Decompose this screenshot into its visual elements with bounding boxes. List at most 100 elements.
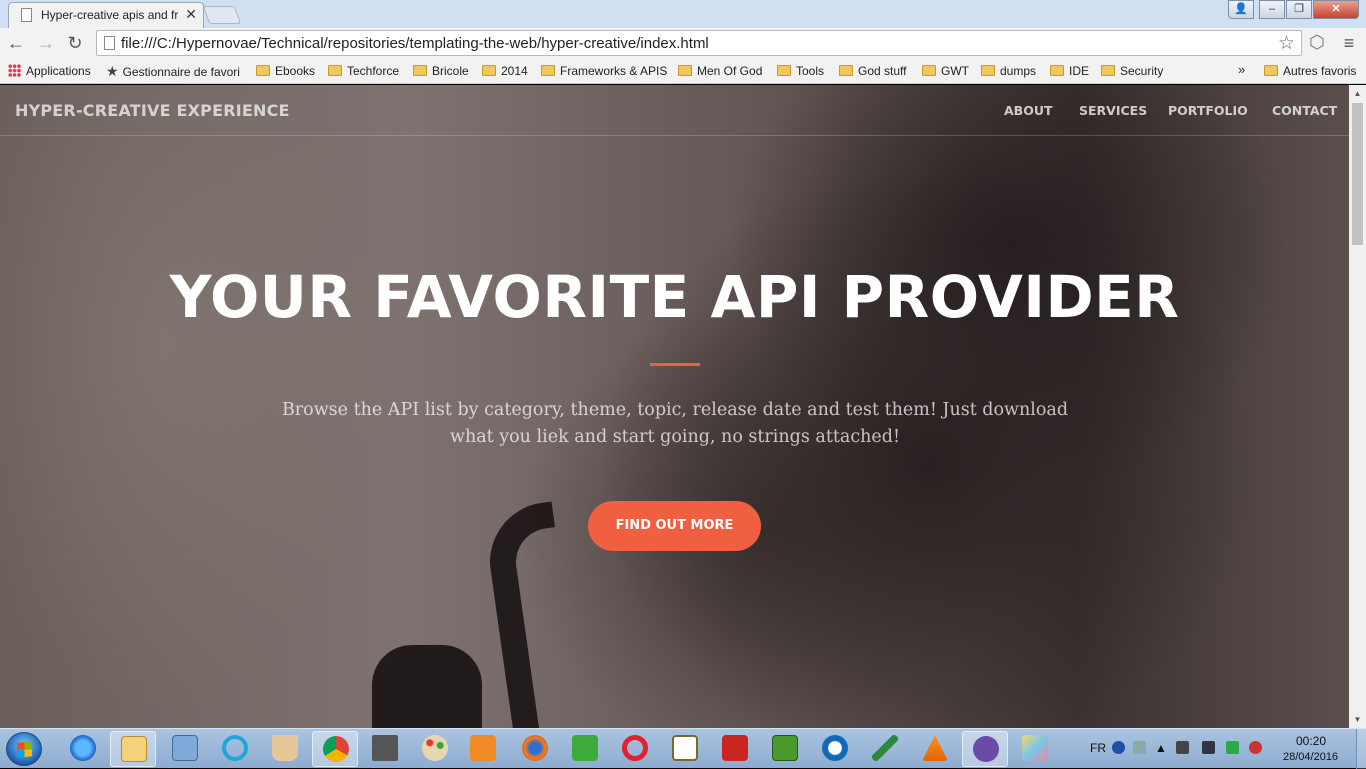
nav-about[interactable]: ABOUT [1004,103,1053,118]
bookmark-folder[interactable]: GWT [922,62,969,80]
bookmark-label: dumps [1000,64,1037,78]
bookmark-label: 2014 [501,64,528,78]
map-app-icon[interactable] [1012,731,1058,767]
bookmark-label: Men Of God [697,64,763,78]
bookmark-folder[interactable]: God stuff [839,62,906,80]
bookmark-folder[interactable]: Men Of God [678,62,762,80]
url-text[interactable]: file:///C:/Hypernovae/Technical/reposito… [121,35,709,52]
show-desktop-button[interactable] [1356,729,1366,769]
clock-time[interactable]: 00:20 [1296,734,1326,748]
bookmark-folder[interactable]: Ebooks [256,62,315,80]
remote-desktop-icon[interactable] [162,731,208,767]
nav-services[interactable]: SERVICES [1079,103,1147,118]
windows-taskbar: FR ▲ 00:20 28/04/2016 [0,728,1366,769]
usb-icon[interactable] [1176,741,1189,754]
hero-background-image [372,645,482,728]
folder-icon [981,65,995,76]
windows-logo-icon [17,741,32,758]
back-icon[interactable]: ← [5,32,27,54]
forward-icon[interactable]: → [35,32,57,54]
bookmark-label: Ebooks [275,64,316,78]
folder-icon [678,65,692,76]
clock-date[interactable]: 28/04/2016 [1283,751,1338,763]
bookmark-star-icon[interactable]: ☆ [1278,32,1295,55]
tab-close-icon[interactable]: ✕ [185,6,197,23]
hero-subtitle: Browse the API list by category, theme, … [281,400,1069,447]
other-bookmarks[interactable]: Autres favoris [1264,62,1356,80]
firefox-icon[interactable] [512,731,558,767]
paint-app-icon[interactable] [412,731,458,767]
folder-icon [777,65,791,76]
chrome-icon[interactable] [312,731,358,767]
reload-icon[interactable]: ↻ [64,32,86,54]
close-window-button[interactable]: ✕ [1313,0,1359,19]
user-profile-button[interactable]: 👤 [1228,0,1254,19]
extension-icon[interactable]: ⬡ [1306,32,1328,54]
hero-section: HYPER-CREATIVE EXPERIENCE ABOUT SERVICES… [0,85,1349,728]
scroll-down-icon[interactable]: ▼ [1349,711,1366,728]
bookmark-folder[interactable]: Bricole [413,62,469,80]
folder-icon [482,65,496,76]
folder-icon [922,65,936,76]
bookmark-folder[interactable]: IDE [1050,62,1089,80]
maximize-button[interactable]: ❐ [1286,0,1312,19]
folder-icon [1264,65,1278,76]
language-indicator[interactable]: FR [1090,741,1106,755]
menu-icon[interactable]: ≡ [1338,32,1360,54]
paper-plane-app-icon[interactable] [862,731,908,767]
browser-tab[interactable]: Hyper-creative apis and fr ✕ [8,2,204,28]
bookmark-manager[interactable]: ★ Gestionnaire de favori [106,62,244,80]
find-out-more-button[interactable]: FIND OUT MORE [588,501,761,551]
new-tab-button[interactable] [202,6,242,24]
scroll-thumb[interactable] [1352,103,1363,245]
bookmark-folder[interactable]: Tools [777,62,824,80]
wordpad-app-icon[interactable] [662,731,708,767]
start-button[interactable] [6,732,42,766]
bookmark-label: Security [1120,64,1164,78]
nav-contact[interactable]: CONTACT [1272,103,1337,118]
hero-divider [650,363,700,366]
site-navbar: HYPER-CREATIVE EXPERIENCE ABOUT SERVICES… [0,85,1349,136]
coffee-app-icon[interactable] [262,731,308,767]
sync-icon[interactable] [1226,741,1239,754]
bookmark-label: Gestionnaire de favori [122,65,240,79]
teamviewer-icon[interactable] [812,731,858,767]
minimize-button[interactable]: – [1259,0,1285,19]
site-brand[interactable]: HYPER-CREATIVE EXPERIENCE [15,101,290,120]
apps-icon [8,64,21,77]
hero-background-pipe [482,501,588,728]
page-scrollbar[interactable]: ▲ ▼ [1349,85,1366,728]
bookmark-applications[interactable]: Applications [8,62,91,80]
bookmark-folder[interactable]: Security [1101,62,1163,80]
browser-toolbar: ← → ↻ file:///C:/Hypernovae/Technical/re… [0,28,1366,58]
tab-title: Hyper-creative apis and fr [41,8,179,22]
wifi-icon[interactable] [1249,741,1262,754]
network-icon[interactable] [1202,741,1215,754]
vlc-icon[interactable] [912,731,958,767]
folder-icon [328,65,342,76]
media-player-icon[interactable] [460,731,506,767]
input-method-icon[interactable] [1133,741,1146,754]
acrobat-reader-icon[interactable] [712,731,758,767]
file-explorer-icon[interactable] [110,731,156,767]
address-bar[interactable]: file:///C:/Hypernovae/Technical/reposito… [96,30,1302,56]
star-icon: ★ [106,63,119,79]
bookmark-label: Bricole [432,64,469,78]
laptop-tool-icon[interactable] [362,731,408,767]
bookmark-folder[interactable]: Techforce [328,62,399,80]
cat-app-icon[interactable] [962,731,1008,767]
odnoklassniki-icon[interactable] [562,731,608,767]
show-hidden-icons-icon[interactable]: ▲ [1155,741,1167,755]
bookmark-folder[interactable]: Frameworks & APIS [541,62,667,80]
internet-explorer-icon[interactable] [60,731,106,767]
help-icon[interactable] [1112,741,1125,754]
page-icon [21,8,32,22]
bookmark-folder[interactable]: dumps [981,62,1036,80]
spreadsheet-app-icon[interactable] [762,731,808,767]
bookmark-folder[interactable]: 2014 [482,62,528,80]
opera-icon[interactable] [612,731,658,767]
bookmarks-overflow-icon[interactable]: » [1238,62,1245,77]
scroll-up-icon[interactable]: ▲ [1349,85,1366,102]
nav-portfolio[interactable]: PORTFOLIO [1168,103,1248,118]
cortana-app-icon[interactable] [212,731,258,767]
